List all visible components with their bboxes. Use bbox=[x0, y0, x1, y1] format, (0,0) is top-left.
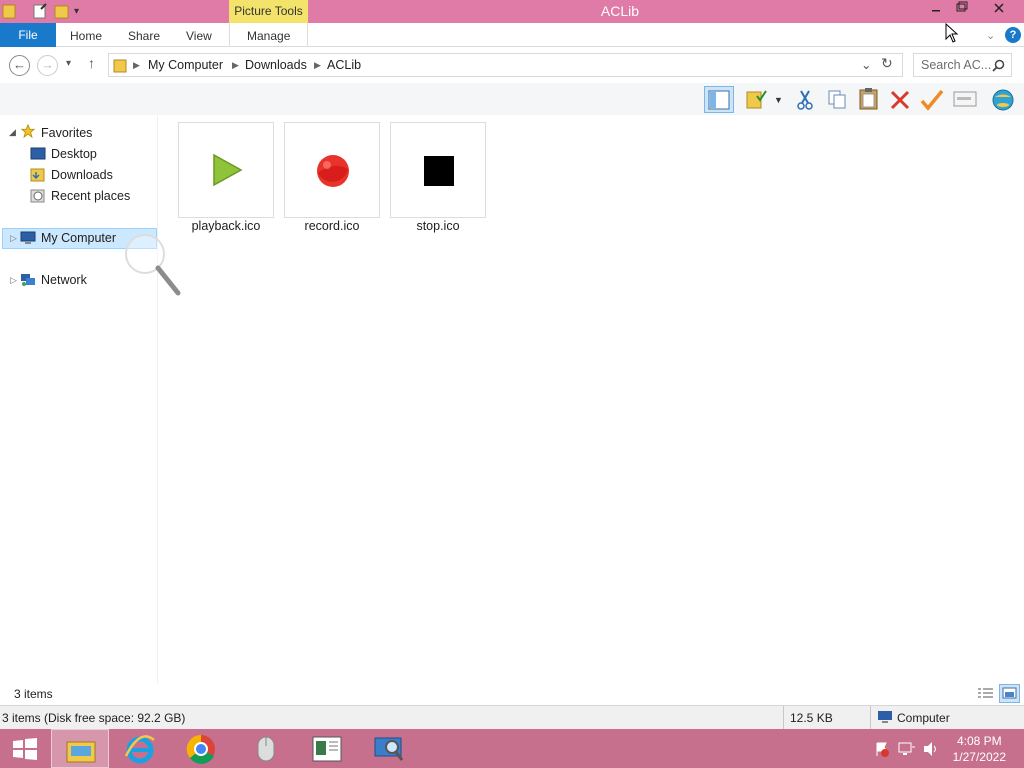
nav-favorites[interactable]: Favorites bbox=[41, 126, 92, 140]
recent-places-icon bbox=[30, 189, 45, 203]
select-folder-icon[interactable] bbox=[742, 86, 772, 113]
search-box[interactable]: Search AC... bbox=[913, 53, 1012, 77]
paste-icon[interactable] bbox=[854, 86, 884, 113]
details-view-icon[interactable] bbox=[977, 686, 994, 704]
ribbon-tabs: File Home Share View Manage ⌄ ? bbox=[0, 22, 1024, 47]
document-viewer-icon bbox=[312, 736, 342, 762]
close-icon[interactable] bbox=[984, 0, 1014, 21]
address-row: ← → ▾ ↑ ▶ My Computer ▶ Downloads ▶ ACLi… bbox=[0, 47, 1024, 83]
breadcrumb-aclib[interactable]: ACLib bbox=[327, 58, 361, 72]
expand-my-computer-icon[interactable]: ▷ bbox=[10, 233, 17, 244]
tab-file[interactable]: File bbox=[0, 23, 56, 47]
tab-share[interactable]: Share bbox=[128, 23, 160, 47]
new-folder-icon[interactable] bbox=[54, 3, 70, 20]
breadcrumb-downloads[interactable]: Downloads bbox=[245, 58, 307, 72]
tab-view[interactable]: View bbox=[186, 23, 212, 47]
restore-icon[interactable] bbox=[947, 0, 977, 21]
window-title: ACLib bbox=[600, 3, 640, 19]
nav-my-computer[interactable]: My Computer bbox=[41, 231, 116, 245]
folder-icon bbox=[113, 59, 127, 73]
disk-info: 3 items (Disk free space: 92.2 GB) bbox=[2, 711, 186, 725]
command-toolbar: ▼ bbox=[0, 83, 1024, 115]
rename-check-icon[interactable] bbox=[917, 86, 947, 113]
mouse-cursor-icon bbox=[945, 22, 959, 46]
taskbar-mouse-app[interactable] bbox=[236, 729, 294, 768]
magnifier-app-icon bbox=[374, 737, 404, 761]
record-icon bbox=[317, 155, 349, 187]
properties-icon[interactable] bbox=[32, 3, 48, 20]
nav-recent-places[interactable]: Recent places bbox=[51, 189, 130, 203]
chrome-icon bbox=[186, 734, 215, 764]
folder-icon[interactable] bbox=[2, 3, 18, 20]
breadcrumb-my-computer[interactable]: My Computer bbox=[148, 58, 223, 72]
taskbar-reader-app[interactable] bbox=[298, 729, 356, 768]
refresh-icon[interactable]: ↻ bbox=[881, 55, 893, 72]
search-input[interactable]: Search AC... bbox=[921, 58, 991, 72]
item-count: 3 items bbox=[14, 687, 53, 701]
start-button[interactable] bbox=[0, 729, 50, 768]
network-tray-icon[interactable] bbox=[898, 741, 916, 757]
stop-icon bbox=[424, 156, 454, 186]
file-tile-playback[interactable] bbox=[178, 122, 274, 218]
file-tile-record[interactable] bbox=[284, 122, 380, 218]
volume-icon[interactable] bbox=[922, 741, 940, 757]
preview-pane-icon[interactable] bbox=[704, 86, 734, 113]
taskbar: 4:08 PM 1/27/2022 bbox=[0, 729, 1024, 768]
folder-dropdown-icon[interactable]: ▼ bbox=[774, 95, 783, 105]
properties-card-icon[interactable] bbox=[950, 86, 980, 113]
delete-icon[interactable] bbox=[885, 86, 915, 113]
taskbar-file-explorer[interactable] bbox=[51, 729, 109, 768]
internet-explorer-icon bbox=[124, 735, 155, 764]
clock[interactable]: 4:08 PM 1/27/2022 bbox=[953, 733, 1006, 765]
file-label-playback[interactable]: playback.ico bbox=[173, 219, 279, 233]
title-bar: ▾ Picture Tools ACLib bbox=[0, 0, 1024, 23]
computer-status-icon bbox=[878, 711, 892, 723]
address-bar[interactable]: ▶ My Computer ▶ Downloads ▶ ACLib ⌄ ↻ bbox=[108, 53, 903, 77]
file-explorer-icon bbox=[66, 741, 96, 763]
cut-icon[interactable] bbox=[790, 86, 820, 113]
location-label: Computer bbox=[897, 711, 950, 725]
taskbar-chrome[interactable] bbox=[173, 729, 231, 768]
file-label-record[interactable]: record.ico bbox=[279, 219, 385, 233]
desktop-icon bbox=[30, 147, 46, 160]
nav-downloads[interactable]: Downloads bbox=[51, 168, 113, 182]
details-status-bar: 3 items (Disk free space: 92.2 GB) 12.5 … bbox=[0, 705, 1024, 729]
taskbar-magnifier[interactable] bbox=[360, 729, 418, 768]
picture-tools-label: Picture Tools bbox=[229, 0, 308, 23]
expand-network-icon[interactable]: ▷ bbox=[10, 275, 17, 286]
taskbar-internet-explorer[interactable] bbox=[111, 729, 169, 768]
customize-quick-access-icon[interactable]: ▾ bbox=[74, 3, 90, 20]
expand-ribbon-icon[interactable]: ⌄ bbox=[986, 23, 995, 47]
clock-date: 1/27/2022 bbox=[952, 750, 1006, 764]
forward-button[interactable]: → bbox=[37, 55, 58, 76]
help-icon[interactable]: ? bbox=[1005, 27, 1021, 43]
address-dropdown-icon[interactable]: ⌄ bbox=[861, 57, 871, 72]
computer-icon bbox=[20, 231, 36, 244]
mouse-icon bbox=[257, 736, 275, 762]
navigation-pane: ◢ Favorites Desktop Downloads Recent pla… bbox=[0, 115, 181, 683]
windows-logo-icon bbox=[13, 738, 37, 760]
search-icon bbox=[992, 59, 1005, 72]
nav-network[interactable]: Network bbox=[41, 273, 87, 287]
downloads-folder-icon bbox=[30, 168, 45, 182]
internet-globe-icon[interactable] bbox=[988, 86, 1018, 113]
play-icon bbox=[213, 153, 243, 187]
expand-favorites-icon[interactable]: ◢ bbox=[9, 127, 16, 138]
tab-home[interactable]: Home bbox=[70, 23, 102, 47]
favorites-star-icon bbox=[20, 124, 36, 138]
recent-locations-icon[interactable]: ▾ bbox=[66, 58, 71, 69]
magnifier-icon bbox=[125, 234, 181, 296]
selection-size: 12.5 KB bbox=[790, 711, 833, 725]
nav-desktop[interactable]: Desktop bbox=[51, 147, 97, 161]
large-icons-view-icon[interactable] bbox=[999, 684, 1020, 703]
up-icon[interactable]: ↑ bbox=[88, 55, 95, 71]
file-tile-stop[interactable] bbox=[390, 122, 486, 218]
status-bar: 3 items bbox=[0, 683, 1024, 705]
clock-time: 4:08 PM bbox=[956, 734, 1002, 748]
action-center-icon[interactable] bbox=[874, 741, 890, 757]
back-button[interactable]: ← bbox=[9, 55, 30, 76]
file-label-stop[interactable]: stop.ico bbox=[385, 219, 491, 233]
network-icon bbox=[21, 274, 35, 286]
copy-icon[interactable] bbox=[822, 86, 852, 113]
